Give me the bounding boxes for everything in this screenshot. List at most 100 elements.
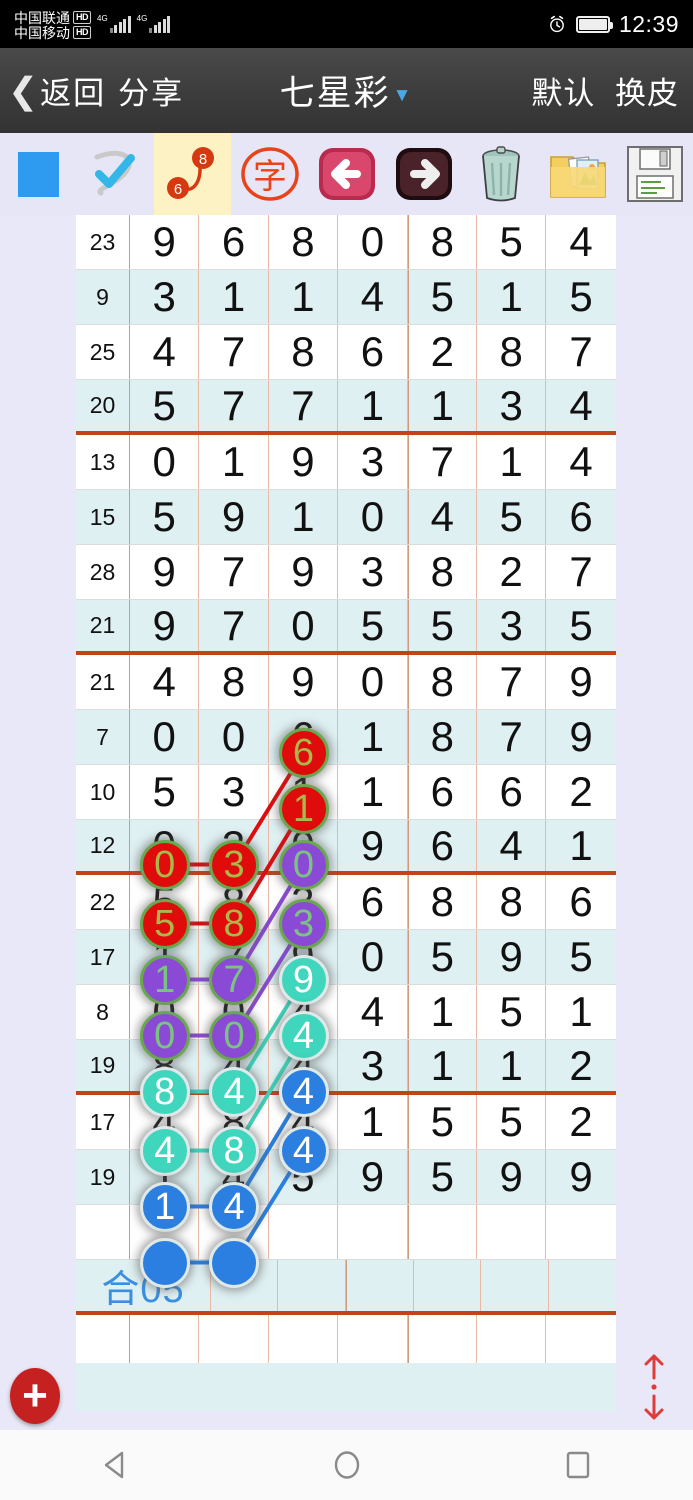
digit-cell[interactable]: 0 xyxy=(130,820,200,871)
table-row[interactable]: 12 0 3 0 9 6 4 1 xyxy=(76,820,616,875)
digit-cell[interactable]: 1 xyxy=(269,490,339,544)
nav-right-group[interactable]: 默认 换皮 xyxy=(531,68,693,113)
digit-cell[interactable]: 1 xyxy=(407,985,477,1039)
chevron-down-icon[interactable]: ▼ xyxy=(393,85,414,106)
digit-cell[interactable]: 5 xyxy=(477,215,547,269)
digit-cell[interactable]: 4 xyxy=(199,1040,269,1091)
gallery-button[interactable] xyxy=(539,133,616,215)
digit-cell[interactable]: 1 xyxy=(477,1040,547,1091)
digit-cell[interactable]: 4 xyxy=(269,985,339,1039)
digit-cell[interactable] xyxy=(407,1205,477,1259)
digit-cell[interactable]: 6 xyxy=(477,765,547,819)
digit-cell[interactable]: 1 xyxy=(338,710,408,764)
digit-cell[interactable]: 5 xyxy=(407,270,477,324)
numbers-grid[interactable]: 23 9 6 8 0 8 5 4 9 3 1 1 4 5 1 5 25 4 7 8 6 2 8 7 20 5 7 7 1 1 3 4 13 0 1 9… xyxy=(76,215,616,1370)
digit-cell[interactable]: 8 xyxy=(407,545,477,599)
digit-cell[interactable]: 2 xyxy=(546,765,615,819)
digit-cell[interactable]: 2 xyxy=(407,325,477,379)
digit-cell[interactable] xyxy=(338,1315,408,1369)
digit-cell[interactable]: 1 xyxy=(338,765,408,819)
digit-cell[interactable]: 0 xyxy=(338,215,408,269)
add-row-button[interactable]: + xyxy=(10,1368,60,1424)
digit-cell[interactable]: 9 xyxy=(130,215,200,269)
digit-cell[interactable]: 0 xyxy=(269,600,339,651)
digit-cell[interactable]: 6 xyxy=(269,710,339,764)
digit-cell[interactable]: 1 xyxy=(546,985,615,1039)
digit-cell[interactable]: 1 xyxy=(407,380,477,431)
table-row[interactable]: 20 5 7 7 1 1 3 4 xyxy=(76,380,616,435)
digit-cell[interactable]: 1 xyxy=(199,435,269,489)
digit-cell[interactable]: 0 xyxy=(269,820,339,871)
digit-cell[interactable]: 7 xyxy=(199,545,269,599)
table-row[interactable]: 19 8 4 4 3 1 1 2 xyxy=(76,1040,616,1095)
digit-cell[interactable]: 9 xyxy=(546,1150,615,1204)
digit-cell[interactable] xyxy=(130,1315,200,1369)
table-row[interactable] xyxy=(76,1205,616,1260)
digit-cell[interactable]: 7 xyxy=(546,545,615,599)
digit-cell[interactable]: 5 xyxy=(130,490,200,544)
digit-cell[interactable]: 3 xyxy=(338,545,408,599)
digit-cell[interactable]: 5 xyxy=(130,380,200,431)
digit-cell[interactable]: 8 xyxy=(477,325,547,379)
table-row[interactable]: 93114515 xyxy=(76,270,616,325)
digit-cell[interactable]: 7 xyxy=(199,380,269,431)
share-button[interactable]: 分享 xyxy=(118,68,184,113)
digit-cell[interactable]: 4 xyxy=(269,1095,339,1149)
digit-cell[interactable]: 1 xyxy=(477,270,547,324)
digit-cell[interactable] xyxy=(199,1205,269,1259)
digit-cell[interactable]: 4 xyxy=(130,655,200,709)
digit-cell[interactable]: 0 xyxy=(199,710,269,764)
digit-cell[interactable]: 8 xyxy=(130,1040,200,1091)
digit-cell[interactable]: 4 xyxy=(338,985,408,1039)
digit-cell[interactable]: 5 xyxy=(407,1095,477,1149)
digit-cell[interactable]: 6 xyxy=(338,325,408,379)
save-button[interactable] xyxy=(616,133,693,215)
digit-cell[interactable]: 3 xyxy=(477,380,547,431)
table-row[interactable]: 80044151 xyxy=(76,985,616,1040)
digit-cell[interactable]: 3 xyxy=(338,435,408,489)
square-recents-icon[interactable] xyxy=(558,1445,598,1485)
table-row[interactable]: 22 5 8 3 6 8 8 6 xyxy=(76,875,616,930)
digit-cell[interactable] xyxy=(269,1205,339,1259)
digit-cell[interactable]: 1 xyxy=(477,435,547,489)
digit-cell[interactable]: 7 xyxy=(269,380,339,431)
digit-cell[interactable]: 9 xyxy=(269,545,339,599)
digit-cell[interactable]: 8 xyxy=(269,325,339,379)
digit-cell[interactable]: 5 xyxy=(546,600,615,651)
digit-cell[interactable]: 4 xyxy=(338,270,408,324)
color-swatch-button[interactable] xyxy=(0,133,77,215)
digit-cell[interactable]: 1 xyxy=(269,270,339,324)
digit-cell[interactable]: 8 xyxy=(407,875,477,929)
digit-cell[interactable]: 0 xyxy=(338,930,408,984)
digit-cell[interactable]: 7 xyxy=(477,710,547,764)
triangle-back-icon[interactable] xyxy=(96,1445,136,1485)
table-row[interactable]: 21 4 8 9 0 8 7 9 xyxy=(76,655,616,710)
digit-cell[interactable]: 5 xyxy=(407,600,477,651)
digit-cell[interactable]: 9 xyxy=(199,490,269,544)
digit-cell[interactable] xyxy=(199,1315,269,1369)
digit-cell[interactable]: 8 xyxy=(407,215,477,269)
digit-cell[interactable]: 4 xyxy=(546,215,615,269)
table-row[interactable]: 25 4 7 8 6 2 8 7 xyxy=(76,325,616,380)
text-mode-button[interactable]: 字 xyxy=(231,133,308,215)
digit-cell[interactable]: 1 xyxy=(407,1040,477,1091)
digit-cell[interactable]: 1 xyxy=(130,930,200,984)
digit-cell[interactable] xyxy=(130,1205,200,1259)
digit-cell[interactable]: 4 xyxy=(546,435,615,489)
digit-cell[interactable]: 5 xyxy=(407,930,477,984)
table-row[interactable]: 28 9 7 9 3 8 2 7 xyxy=(76,545,616,600)
digit-cell[interactable]: 4 xyxy=(546,380,615,431)
digit-cell[interactable]: 2 xyxy=(546,1095,615,1149)
digit-cell[interactable]: 1 xyxy=(199,270,269,324)
digit-cell[interactable] xyxy=(546,1205,615,1259)
digit-cell[interactable]: 6 xyxy=(546,490,615,544)
digit-cell[interactable]: 8 xyxy=(199,655,269,709)
digit-cell[interactable]: 3 xyxy=(477,600,547,651)
digit-cell[interactable]: 5 xyxy=(130,765,200,819)
blank-row[interactable] xyxy=(76,1315,616,1370)
digit-cell[interactable]: 8 xyxy=(269,215,339,269)
circle-home-icon[interactable] xyxy=(327,1445,367,1485)
digit-cell[interactable]: 5 xyxy=(477,1095,547,1149)
table-row[interactable]: 19 1 4 5 9 5 9 9 xyxy=(76,1150,616,1205)
digit-cell[interactable]: 7 xyxy=(546,325,615,379)
